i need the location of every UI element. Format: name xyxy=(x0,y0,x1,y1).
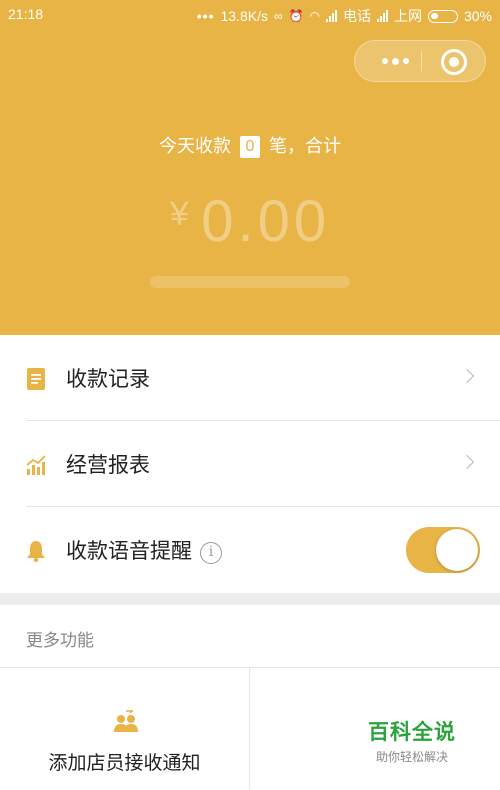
reports-label: 经营报表 xyxy=(66,454,150,477)
chevron-right-icon xyxy=(459,368,475,384)
carrier-data: 上网 xyxy=(393,8,422,24)
watermark-logo: 百科全说 助你轻松解决 xyxy=(362,716,462,765)
signal-icon xyxy=(325,10,337,22)
toggle-knob xyxy=(436,529,478,571)
battery-icon xyxy=(427,9,458,23)
link-icon: ∞ xyxy=(273,9,283,23)
total-amount: ¥ 0.00 xyxy=(0,188,500,255)
today-summary: 今天收款 0 笔，合计 xyxy=(0,132,500,158)
section-gap xyxy=(0,593,500,605)
bar-chart-icon xyxy=(26,455,46,475)
network-speed: 13.8K/s xyxy=(220,8,268,24)
today-count-badge: 0 xyxy=(240,136,260,158)
voice-reminder-toggle[interactable] xyxy=(406,527,480,573)
capsule-divider xyxy=(421,51,422,71)
wifi-icon: ◠ xyxy=(309,9,320,23)
signal-icon-2 xyxy=(376,10,388,22)
more-functions-title: 更多功能 xyxy=(26,631,94,650)
bell-icon xyxy=(27,541,45,562)
records-row[interactable]: 收款记录 xyxy=(0,335,500,421)
today-prefix: 今天收款 xyxy=(158,136,231,156)
today-suffix: 笔，合计 xyxy=(269,136,342,156)
status-indicators: ••• 13.8K/s ∞ ⏰ ◠ 电话 上网 30% xyxy=(197,6,492,26)
records-label: 收款记录 xyxy=(66,368,150,391)
header-panel: 21:18 ••• 13.8K/s ∞ ⏰ ◠ 电话 上网 30% 今天收款 0… xyxy=(0,0,500,335)
chevron-right-icon xyxy=(459,454,475,470)
document-icon xyxy=(27,368,45,390)
voice-reminder-label: 收款语音提醒 xyxy=(66,540,192,563)
status-bar: 21:18 ••• 13.8K/s ∞ ⏰ ◠ 电话 上网 30% xyxy=(0,0,500,30)
grid-divider xyxy=(249,668,250,790)
miniprogram-capsule xyxy=(354,40,486,82)
watermark-title: 百科全说 xyxy=(368,721,456,744)
amount-value: 0.00 xyxy=(201,189,331,254)
voice-reminder-label-wrap: 收款语音提醒 i xyxy=(66,535,222,565)
users-icon xyxy=(114,710,138,732)
close-target-icon[interactable] xyxy=(441,49,467,75)
battery-level: 30% xyxy=(463,8,492,24)
more-dots-icon[interactable] xyxy=(369,41,421,81)
status-time: 21:18 xyxy=(8,6,44,22)
amount-underline-bar xyxy=(150,276,350,288)
watermark-subtitle: 助你轻松解决 xyxy=(375,750,448,764)
carrier-phone: 电话 xyxy=(342,8,371,24)
currency-symbol: ¥ xyxy=(169,195,189,233)
reports-row[interactable]: 经营报表 xyxy=(0,421,500,507)
add-staff-label: 添加店员接收通知 xyxy=(48,753,201,774)
alarm-icon: ⏰ xyxy=(288,9,304,23)
info-icon[interactable]: i xyxy=(200,542,222,564)
status-dots: ••• xyxy=(196,8,215,24)
